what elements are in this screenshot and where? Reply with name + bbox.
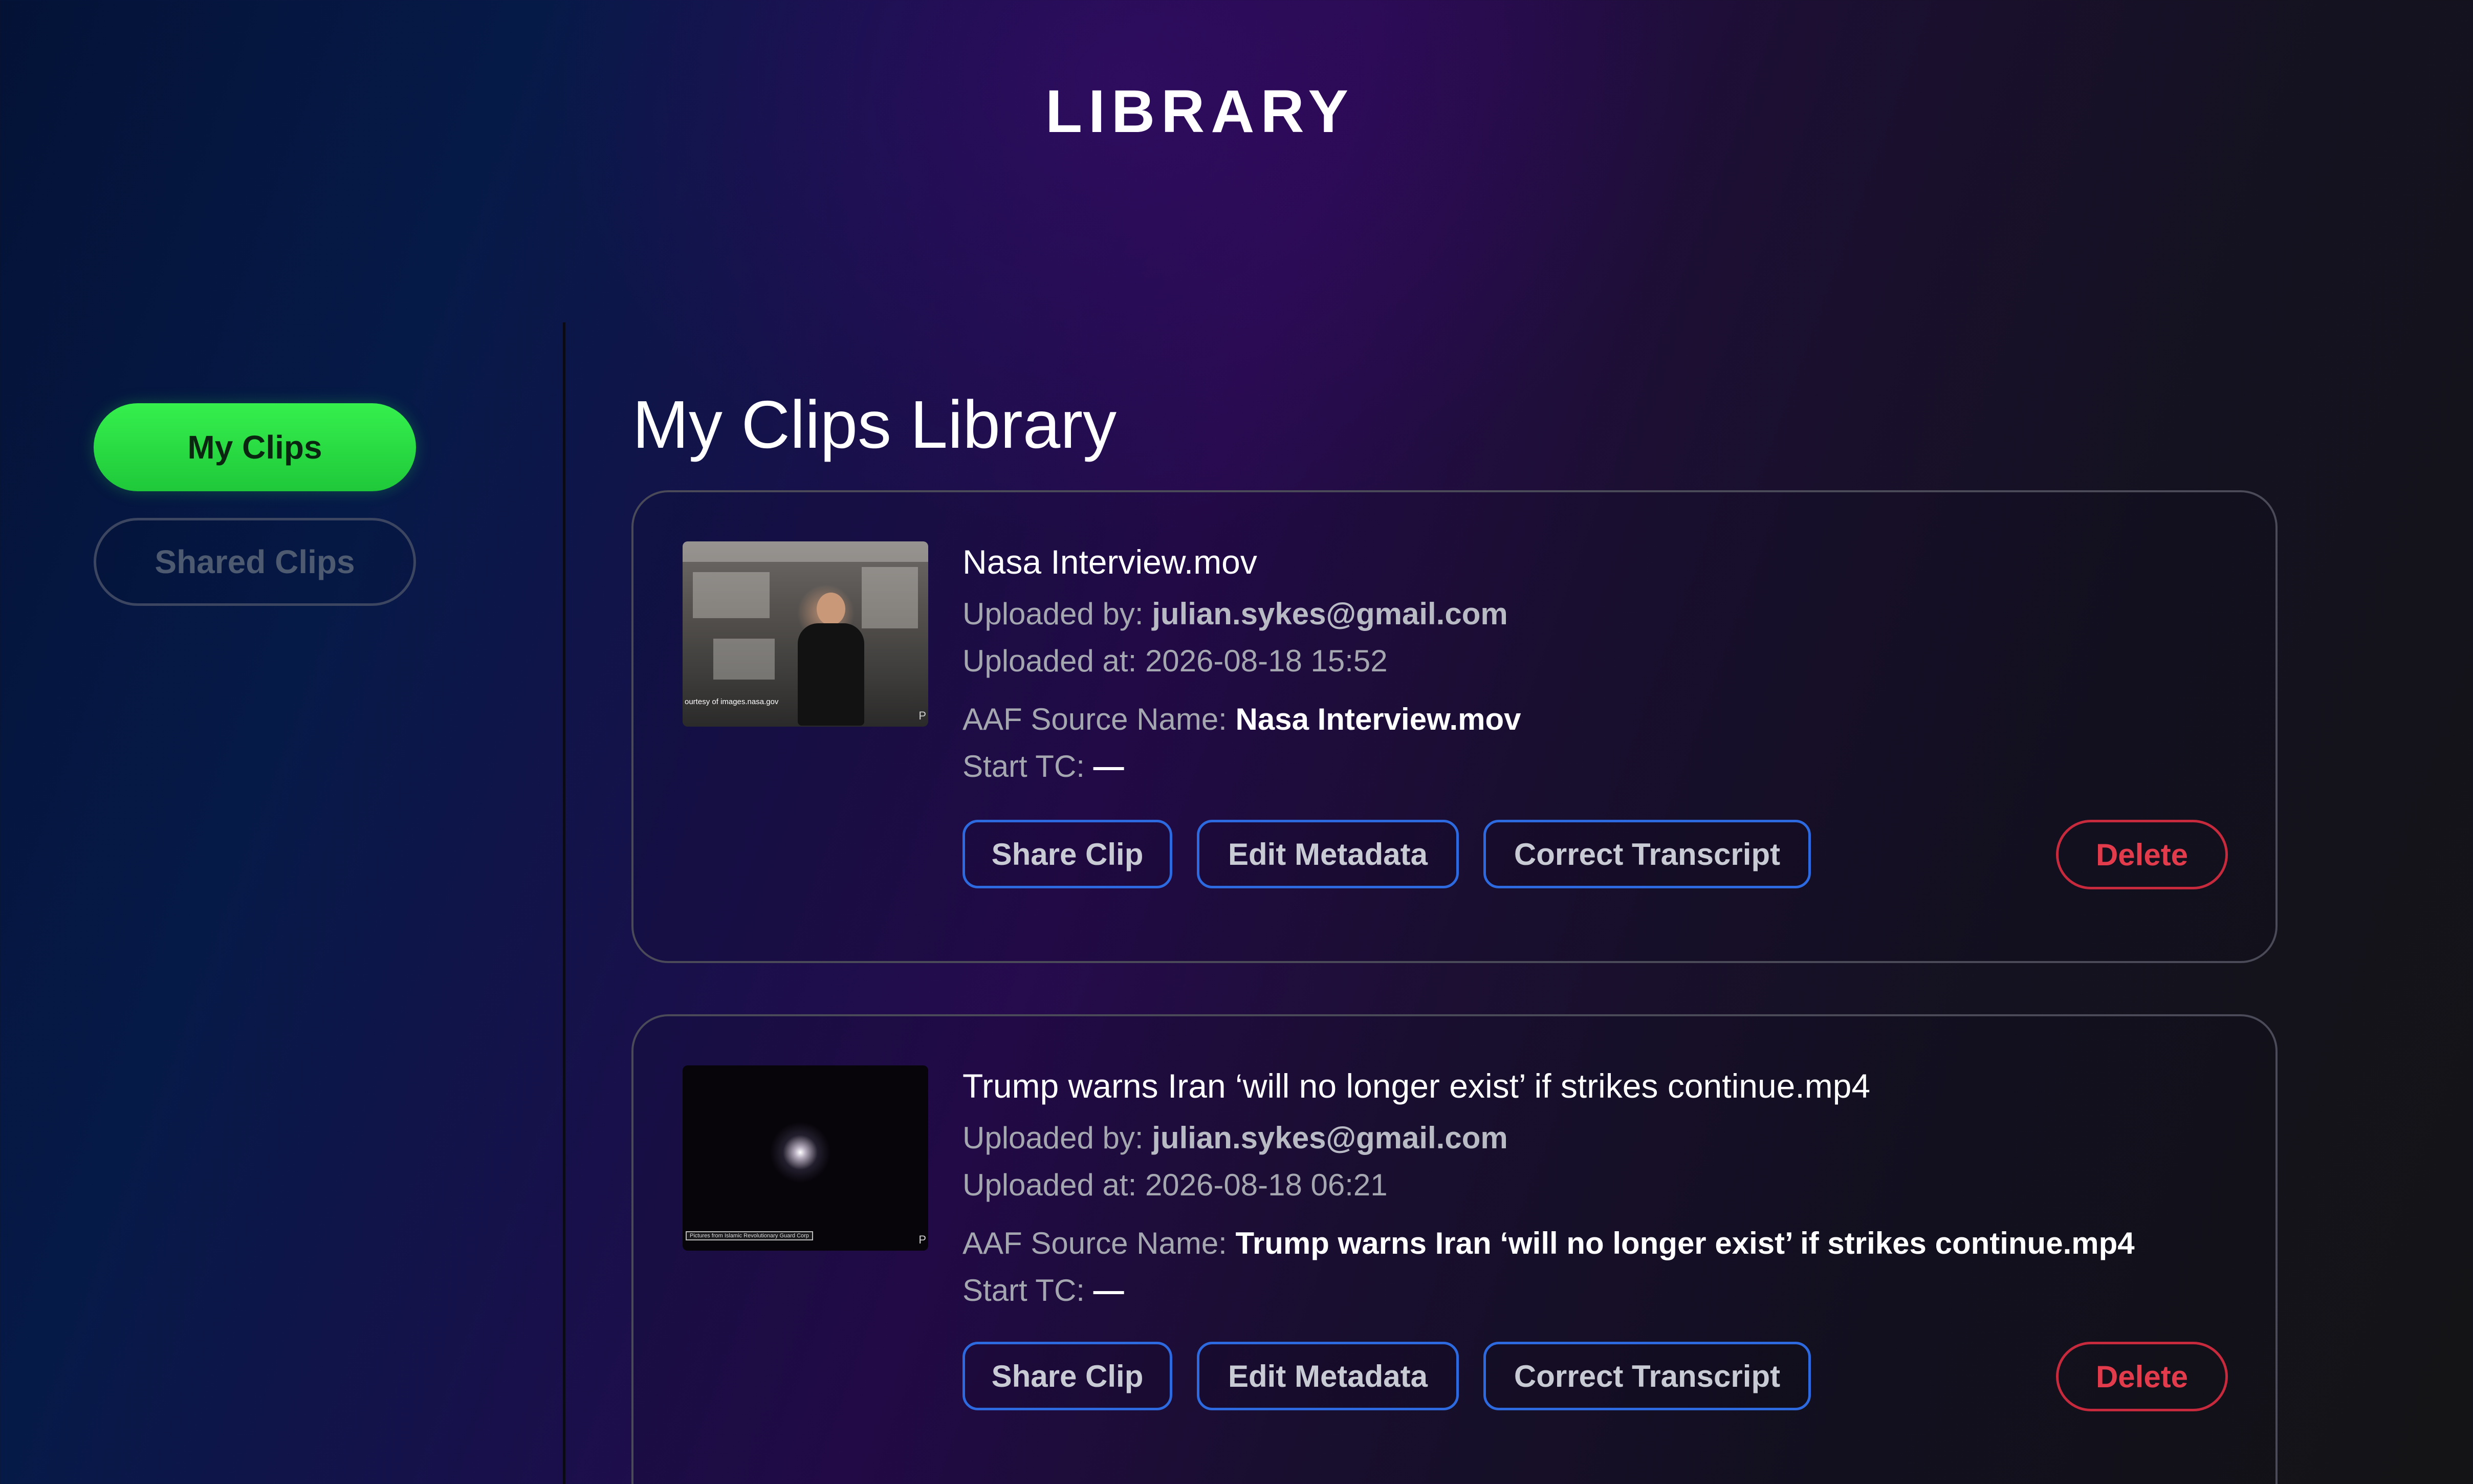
- share-clip-button[interactable]: Share Clip: [962, 1342, 1172, 1410]
- clip-thumbnail[interactable]: Pictures from Islamic Revolutionary Guar…: [683, 1065, 928, 1251]
- page-title: LIBRARY: [1045, 78, 1355, 145]
- thumbnail-corner-label: P: [918, 709, 926, 722]
- uploaded-by: Uploaded by: julian.sykes@gmail.com: [962, 597, 1508, 631]
- section-title: My Clips Library: [632, 387, 1117, 462]
- start-tc: Start TC: —: [962, 749, 1124, 783]
- clip-title: Trump warns Iran ‘will no longer exist’ …: [962, 1067, 1871, 1105]
- clip-title: Nasa Interview.mov: [962, 543, 1257, 581]
- sidebar-item-my-clips[interactable]: My Clips: [94, 403, 416, 491]
- delete-button[interactable]: Delete: [2056, 1342, 2228, 1411]
- sidebar-item-shared-clips[interactable]: Shared Clips: [94, 518, 416, 606]
- share-clip-button[interactable]: Share Clip: [962, 820, 1172, 888]
- uploaded-at: Uploaded at: 2026-08-18 06:21: [962, 1168, 1388, 1202]
- aaf-source-name: AAF Source Name: Trump warns Iran ‘will …: [962, 1226, 2135, 1260]
- delete-button[interactable]: Delete: [2056, 820, 2228, 889]
- start-tc: Start TC: —: [962, 1273, 1124, 1307]
- clip-actions: Share Clip Edit Metadata Correct Transcr…: [962, 1342, 1835, 1410]
- clip-thumbnail[interactable]: ourtesy of images.nasa.gov P: [683, 541, 928, 727]
- aaf-source-name: AAF Source Name: Nasa Interview.mov: [962, 702, 1521, 736]
- clip-card: Pictures from Islamic Revolutionary Guar…: [631, 1014, 2278, 1484]
- uploaded-by: Uploaded by: julian.sykes@gmail.com: [962, 1121, 1508, 1155]
- edit-metadata-button[interactable]: Edit Metadata: [1197, 820, 1459, 888]
- thumbnail-caption: ourtesy of images.nasa.gov: [685, 697, 779, 706]
- uploaded-at: Uploaded at: 2026-08-18 15:52: [962, 644, 1388, 678]
- correct-transcript-button[interactable]: Correct Transcript: [1483, 1342, 1811, 1410]
- clip-card: ourtesy of images.nasa.gov P Nasa Interv…: [631, 490, 2278, 963]
- sidebar: My Clips Shared Clips: [94, 403, 416, 606]
- edit-metadata-button[interactable]: Edit Metadata: [1197, 1342, 1459, 1410]
- clip-info: Trump warns Iran ‘will no longer exist’ …: [962, 1065, 2135, 1314]
- thumbnail-caption: Pictures from Islamic Revolutionary Guar…: [686, 1231, 813, 1240]
- clip-actions: Share Clip Edit Metadata Correct Transcr…: [962, 820, 1835, 888]
- clip-info: Nasa Interview.mov Uploaded by: julian.s…: [962, 541, 1521, 790]
- sidebar-divider: [563, 322, 565, 1484]
- correct-transcript-button[interactable]: Correct Transcript: [1483, 820, 1811, 888]
- thumbnail-corner-label: P: [918, 1233, 926, 1246]
